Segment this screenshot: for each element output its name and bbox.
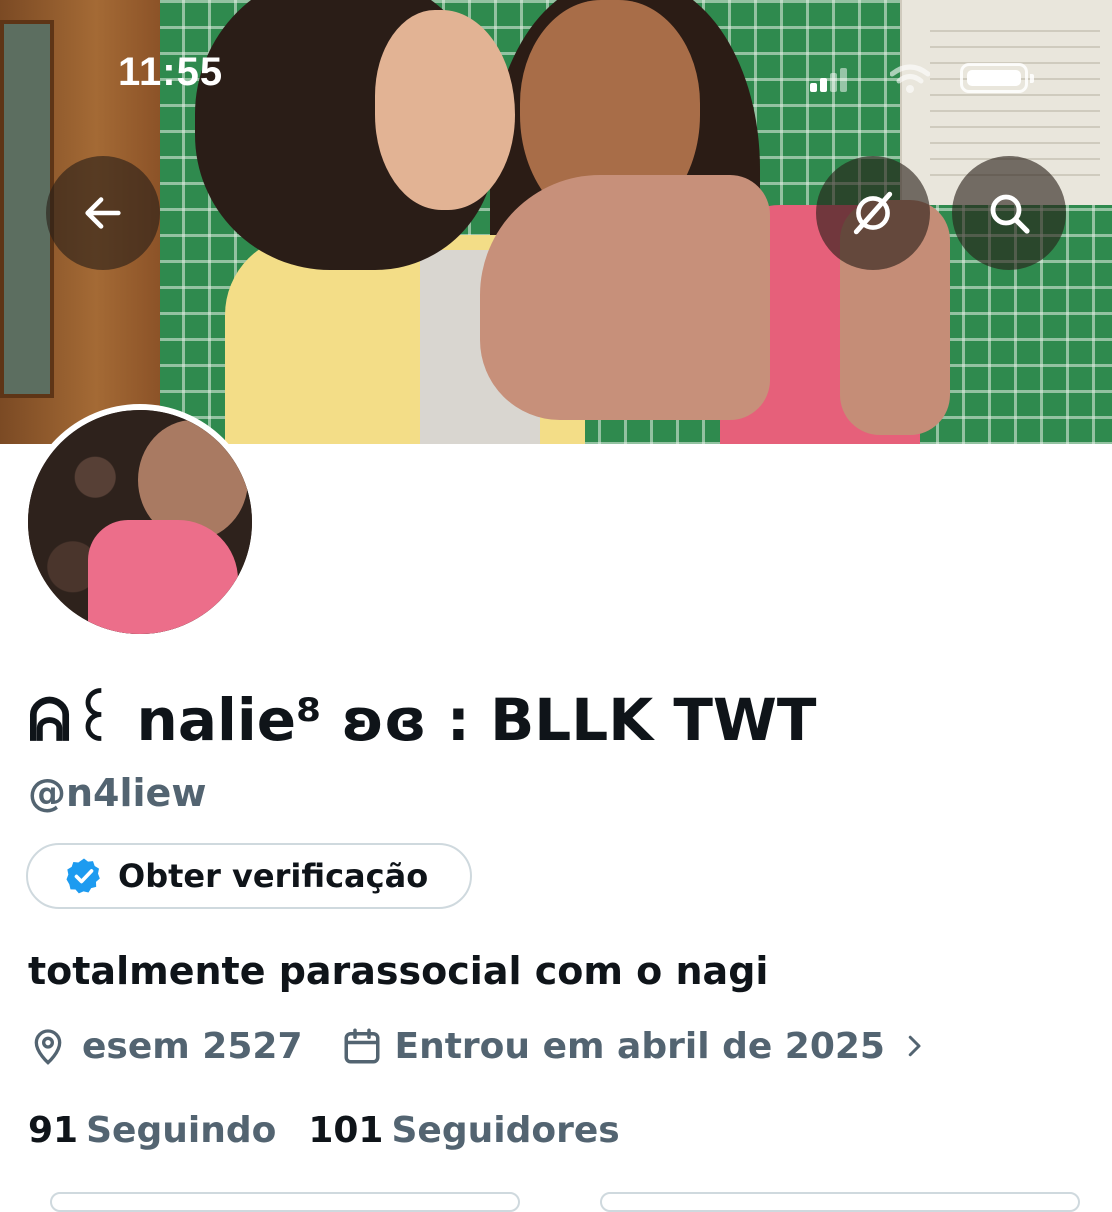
following-label: Seguindo [86, 1109, 277, 1151]
get-verified-button[interactable]: Obter verificação [26, 843, 472, 909]
location-text: esem 2527 [82, 1025, 303, 1067]
joined-date[interactable]: Entrou em abril de 2025 [341, 1025, 929, 1067]
search-icon [990, 194, 1030, 234]
grok-icon [853, 191, 893, 235]
profile-meta: esem 2527 Entrou em abril de 2025 [28, 1018, 929, 1074]
handle: @n4liew [28, 771, 207, 815]
grok-button[interactable] [816, 156, 930, 270]
get-verified-label: Obter verificação [118, 857, 429, 895]
bottom-buttons-partial [50, 1192, 1090, 1212]
location-pin-icon [34, 1029, 62, 1065]
display-name: ᕱ꒰ nalie⁸ ʚɞ : BLLK TWT [28, 686, 817, 754]
arrow-left-icon [85, 197, 121, 229]
following-count: 91 [28, 1109, 79, 1151]
back-button[interactable] [46, 156, 160, 270]
following-link[interactable]: 91 Seguindo [28, 1110, 276, 1151]
partial-button-left[interactable] [50, 1192, 520, 1212]
avatar[interactable] [22, 404, 258, 640]
status-time: 11:55 [118, 50, 224, 94]
avatar-image [28, 410, 252, 634]
location: esem 2527 [28, 1026, 303, 1067]
followers-link[interactable]: 101 Seguidores [308, 1110, 619, 1151]
chevron-right-icon [908, 1035, 921, 1057]
search-button[interactable] [952, 156, 1066, 270]
partial-button-right[interactable] [600, 1192, 1080, 1212]
followers-label: Seguidores [391, 1109, 620, 1151]
bio: totalmente parassocial com o nagi [28, 949, 769, 993]
verified-badge-icon [66, 858, 100, 894]
calendar-icon [344, 1028, 379, 1064]
status-icons [810, 60, 1050, 94]
joined-text: Entrou em abril de 2025 [394, 1025, 885, 1067]
follow-stats: 91 Seguindo 101 Seguidores [28, 1102, 620, 1158]
cellular-signal-icon [810, 68, 850, 92]
followers-count: 101 [308, 1109, 384, 1151]
wifi-icon [889, 64, 931, 94]
battery-icon [960, 63, 1034, 93]
